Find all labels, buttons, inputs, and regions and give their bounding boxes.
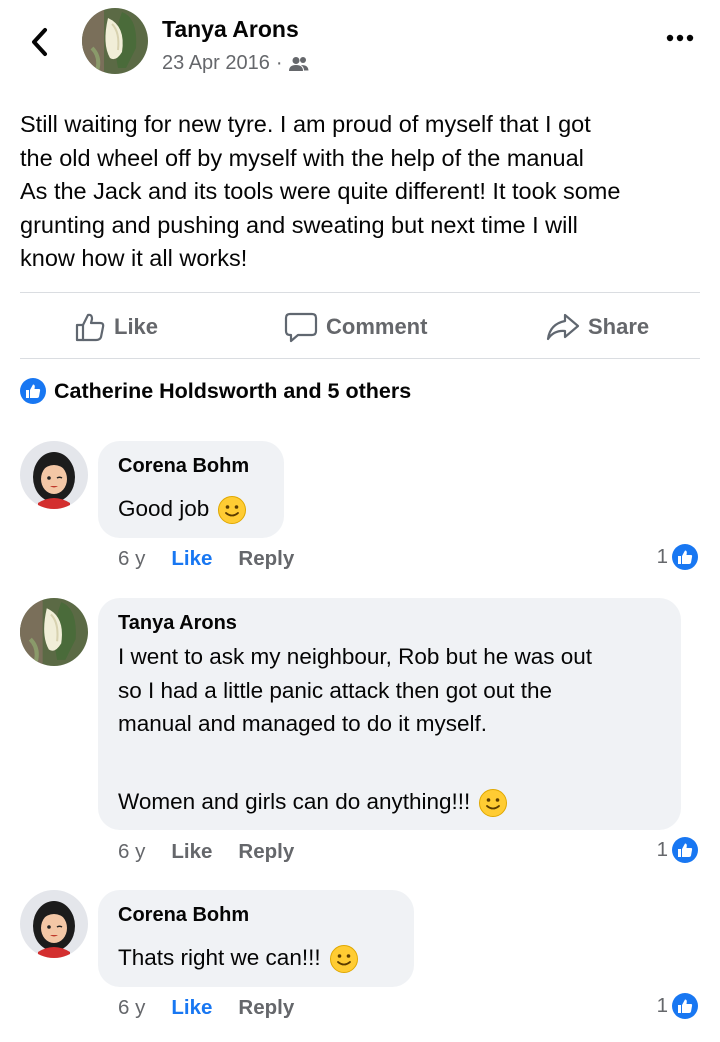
like-reaction-icon — [20, 378, 46, 404]
comment-like-count[interactable]: 1 — [657, 837, 698, 863]
comment-like-count[interactable]: 1 — [657, 993, 698, 1019]
comment-like-button[interactable]: Like — [171, 996, 212, 1020]
commenter-avatar[interactable] — [20, 598, 88, 666]
comment-like-count[interactable]: 1 — [657, 544, 698, 570]
post-line: As the Jack and its tools were quite dif… — [20, 178, 621, 204]
comment-bubble[interactable]: Tanya Arons I went to ask my neighbour, … — [98, 598, 681, 830]
meta-separator: · — [275, 52, 283, 74]
comment-reply-button[interactable]: Reply — [238, 996, 294, 1020]
comment-author[interactable]: Tanya Arons — [118, 612, 237, 635]
divider — [20, 358, 700, 359]
post-body: Still waiting for new tyre. I am proud o… — [20, 108, 710, 276]
comment-meta: 6 y Like Reply — [118, 547, 294, 571]
like-reaction-icon — [672, 837, 698, 863]
reactions-summary[interactable]: Catherine Holdsworth and 5 others — [20, 378, 411, 404]
share-action-label: Share — [588, 314, 650, 339]
post-date[interactable]: 23 Apr 2016 — [162, 52, 270, 75]
comment-text: I went to ask my neighbour, Rob but he w… — [118, 640, 592, 818]
back-button[interactable] — [26, 24, 56, 60]
author-avatar[interactable] — [82, 8, 148, 74]
comment-text: Thats right we can!!! — [118, 941, 359, 975]
comment-bubble[interactable]: Corena Bohm Thats right we can!!! — [98, 890, 414, 987]
comment-age: 6 y — [118, 547, 146, 570]
comment-reply-button[interactable]: Reply — [238, 840, 294, 864]
like-reaction-icon — [672, 993, 698, 1019]
smiley-emoji-icon — [479, 788, 508, 817]
more-dots-icon — [666, 34, 694, 42]
more-options-button[interactable] — [664, 28, 696, 48]
comment-bubble[interactable]: Corena Bohm Good job — [98, 441, 284, 538]
divider — [20, 292, 700, 293]
comment-meta: 6 y Like Reply — [118, 840, 294, 864]
comment-meta: 6 y Like Reply — [118, 996, 294, 1020]
comment-like-button[interactable]: Like — [171, 547, 212, 571]
post-meta: 23 Apr 2016 · — [162, 52, 309, 75]
comment-bubble-icon — [284, 312, 318, 343]
comment-age: 6 y — [118, 996, 146, 1019]
comment-like-button[interactable]: Like — [171, 840, 212, 864]
reactions-summary-text: Catherine Holdsworth and 5 others — [54, 378, 412, 403]
comment-reply-button[interactable]: Reply — [238, 547, 294, 571]
like-reaction-icon — [672, 544, 698, 570]
like-action-button[interactable]: Like — [74, 310, 158, 344]
friends-icon — [288, 56, 309, 71]
comment-author[interactable]: Corena Bohm — [118, 455, 249, 478]
share-arrow-icon — [546, 313, 580, 341]
smiley-emoji-icon — [218, 496, 247, 525]
smiley-emoji-icon — [329, 945, 358, 974]
comment-text: Good job — [118, 492, 247, 526]
comment-action-button[interactable]: Comment — [284, 310, 427, 344]
thumbs-up-outline-icon — [75, 313, 105, 342]
share-action-button[interactable]: Share — [546, 310, 649, 344]
comment-author[interactable]: Corena Bohm — [118, 904, 249, 927]
post-line: Still waiting for new tyre. I am proud o… — [20, 111, 591, 137]
comment-age: 6 y — [118, 840, 146, 863]
post-line: grunting and pushing and sweating but ne… — [20, 211, 578, 238]
post-line: the old wheel off by myself with the hel… — [20, 144, 584, 171]
post-author-name[interactable]: Tanya Arons — [162, 16, 299, 43]
commenter-avatar[interactable] — [20, 890, 88, 958]
comment-action-label: Comment — [326, 314, 428, 339]
post-line: know how it all works! — [20, 245, 248, 271]
chevron-left-icon — [32, 28, 47, 56]
commenter-avatar[interactable] — [20, 441, 88, 509]
like-action-label: Like — [114, 314, 159, 339]
